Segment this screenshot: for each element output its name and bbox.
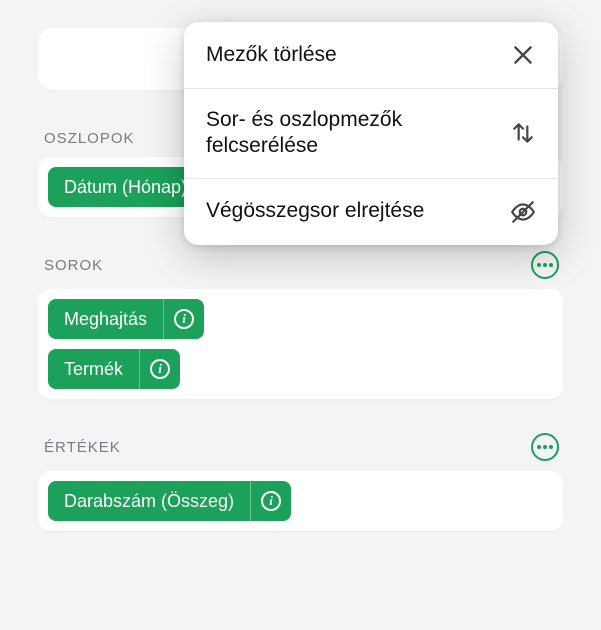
rows-title: SOROK — [44, 257, 103, 274]
value-field-info-button[interactable]: i — [251, 481, 291, 521]
values-title: ÉRTÉKEK — [44, 439, 121, 456]
close-icon — [508, 40, 538, 70]
rows-pill-row: Meghajtás i Termék i — [38, 289, 563, 399]
swap-fields-item[interactable]: Sor- és oszlopmezők felcserélése — [184, 89, 558, 179]
row-field-pill[interactable]: Meghajtás i — [48, 299, 204, 339]
row-field-label: Termék — [48, 349, 139, 389]
row-field-pill[interactable]: Termék i — [48, 349, 180, 389]
row-field-label: Meghajtás — [48, 299, 163, 339]
columns-options-popover: Mezők törlése Sor- és oszlopmezők felcse… — [184, 22, 558, 245]
column-field-label: Dátum (Hónap) — [48, 167, 203, 207]
row-field-info-button[interactable]: i — [140, 349, 180, 389]
rows-more-button[interactable] — [531, 251, 559, 279]
info-icon: i — [261, 491, 281, 511]
swap-icon — [508, 118, 538, 148]
more-icon — [537, 445, 553, 449]
clear-fields-item[interactable]: Mezők törlése — [184, 22, 558, 89]
eye-off-icon — [508, 197, 538, 227]
rows-section: SOROK Meghajtás i Termék i — [38, 251, 563, 399]
columns-title: OSZLOPOK — [44, 130, 135, 147]
hide-grand-total-label: Végösszegsor elrejtése — [206, 198, 508, 224]
values-section: ÉRTÉKEK Darabszám (Összeg) i — [38, 433, 563, 531]
value-field-pill[interactable]: Darabszám (Összeg) i — [48, 481, 291, 521]
info-icon: i — [150, 359, 170, 379]
swap-fields-label: Sor- és oszlopmezők felcserélése — [206, 107, 508, 160]
clear-fields-label: Mezők törlése — [206, 42, 508, 68]
value-field-label: Darabszám (Összeg) — [48, 481, 250, 521]
info-icon: i — [174, 309, 194, 329]
hide-grand-total-item[interactable]: Végösszegsor elrejtése — [184, 179, 558, 245]
values-more-button[interactable] — [531, 433, 559, 461]
values-pill-row: Darabszám (Összeg) i — [38, 471, 563, 531]
more-icon — [537, 263, 553, 267]
row-field-info-button[interactable]: i — [164, 299, 204, 339]
